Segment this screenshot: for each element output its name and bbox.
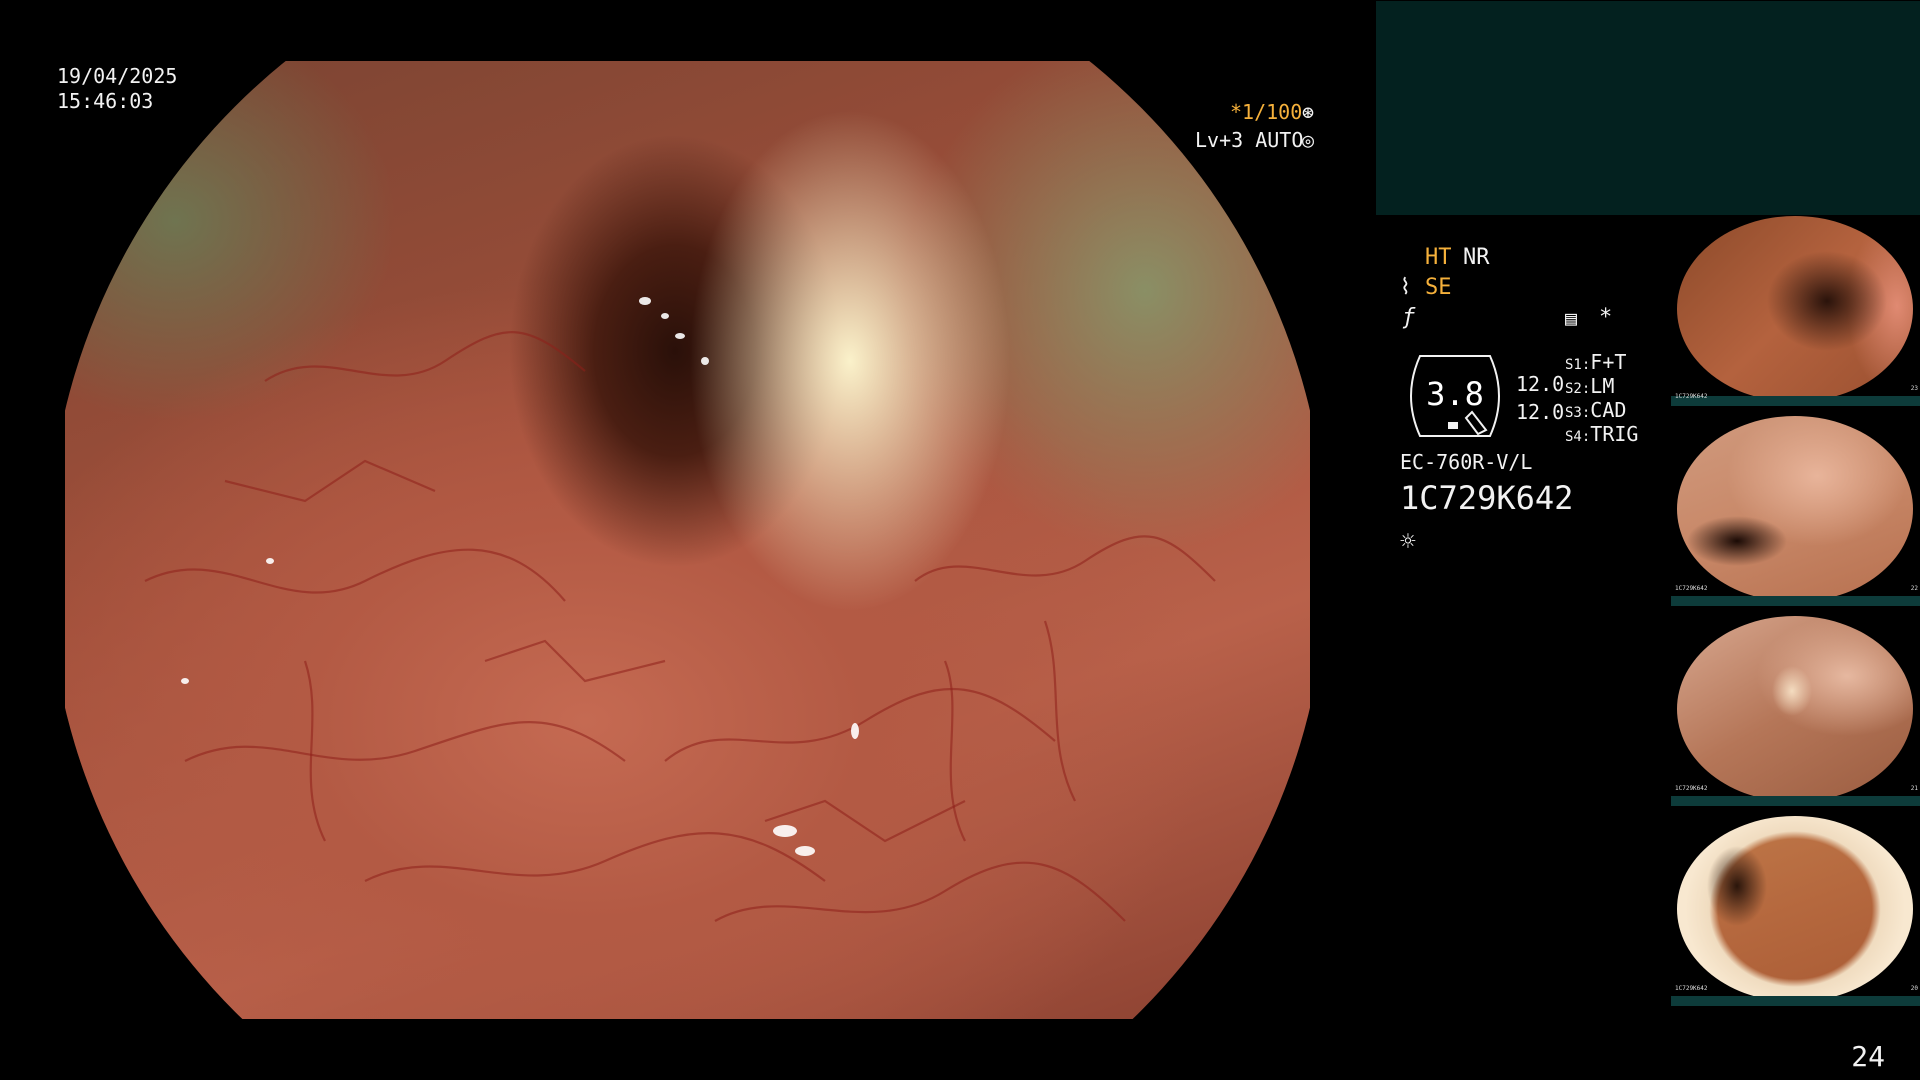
- star-label: *: [1599, 305, 1613, 330]
- thumbnail-index: 21: [1910, 785, 1918, 792]
- switch-value: CAD: [1590, 398, 1627, 422]
- thumbnail-id: 1C729K642: [1675, 985, 1708, 992]
- switch-row-3: S3:CAD: [1565, 398, 1626, 425]
- thumbnail-bar: [1671, 996, 1920, 1006]
- scope-model: EC-760R-V/L: [1400, 450, 1533, 474]
- scope-serial: 1C729K642: [1400, 479, 1574, 517]
- time-label: 15:46:03: [57, 89, 154, 113]
- thumbnail-index: 20: [1910, 985, 1918, 992]
- thumbnail-index: 23: [1910, 385, 1918, 392]
- nr-label: NR: [1463, 245, 1490, 270]
- page-number: 24: [1851, 1040, 1885, 1073]
- switch-value: F+T: [1590, 350, 1627, 374]
- thumbnail-image: [1677, 816, 1913, 1002]
- lens-value: 3.8: [1426, 375, 1484, 413]
- date-label: 19/04/2025: [57, 64, 178, 88]
- thumbnail-bar: [1671, 596, 1920, 606]
- thumbnail-bar: [1671, 796, 1920, 806]
- aperture-icon: ⊛: [1302, 100, 1315, 124]
- switch-row-2: S2:LM: [1565, 374, 1614, 401]
- thumbnail-image: [1677, 616, 1913, 802]
- ht-label: HT: [1425, 245, 1452, 270]
- thumbnail-index: 22: [1910, 585, 1918, 592]
- info-panel-header: [1376, 1, 1920, 215]
- thumbnail-bar: [1671, 396, 1920, 406]
- switch-key: S1:: [1565, 357, 1591, 373]
- switch-key: S4:: [1565, 429, 1591, 445]
- s-value-1: 12.0: [1516, 372, 1565, 396]
- thumbnail-id: 1C729K642: [1675, 785, 1708, 792]
- f-symbol-icon: ƒ: [1402, 305, 1416, 330]
- switch-value: LM: [1590, 374, 1615, 398]
- switch-key: S2:: [1565, 381, 1591, 397]
- s-value-2: 12.0: [1516, 400, 1565, 424]
- tilde-icon: ⌇: [1400, 275, 1411, 300]
- shutter-label: *1/100: [1230, 100, 1303, 124]
- iris-icon: ◎: [1302, 128, 1315, 152]
- thumbnail-image: [1677, 216, 1913, 402]
- endoscopy-screen: 19/04/2025 15:46:03 *1/100 ⊛ Lv+3 AUTO ◎…: [0, 0, 1920, 1080]
- capture-thumbnail[interactable]: 1C729K642 21: [1671, 616, 1920, 806]
- thumbnail-id: 1C729K642: [1675, 393, 1708, 400]
- capture-thumbnail[interactable]: 23: [1671, 216, 1920, 406]
- sun-icon: ☼: [1400, 527, 1416, 557]
- capture-thumbnail[interactable]: 1C729K642 20: [1671, 816, 1920, 1006]
- switch-key: S3:: [1565, 405, 1591, 421]
- se-label: SE: [1425, 275, 1452, 300]
- capture-thumbnail[interactable]: 1C729K642 22: [1671, 416, 1920, 606]
- switch-row-1: S1:F+T: [1565, 350, 1626, 377]
- thumbnail-id: 1C729K642: [1675, 585, 1708, 592]
- level-label: Lv+3 AUTO: [1195, 128, 1304, 152]
- switch-value: TRIG: [1590, 422, 1639, 446]
- lens-badge: 3.8: [1400, 352, 1510, 440]
- mucosa-vessels: [144, 297, 1216, 922]
- thumbnail-image: [1677, 416, 1913, 602]
- endoscope-live-view: [65, 61, 1310, 1019]
- switch-row-4: S4:TRIG: [1565, 422, 1638, 449]
- list-icon: ▤: [1565, 306, 1578, 330]
